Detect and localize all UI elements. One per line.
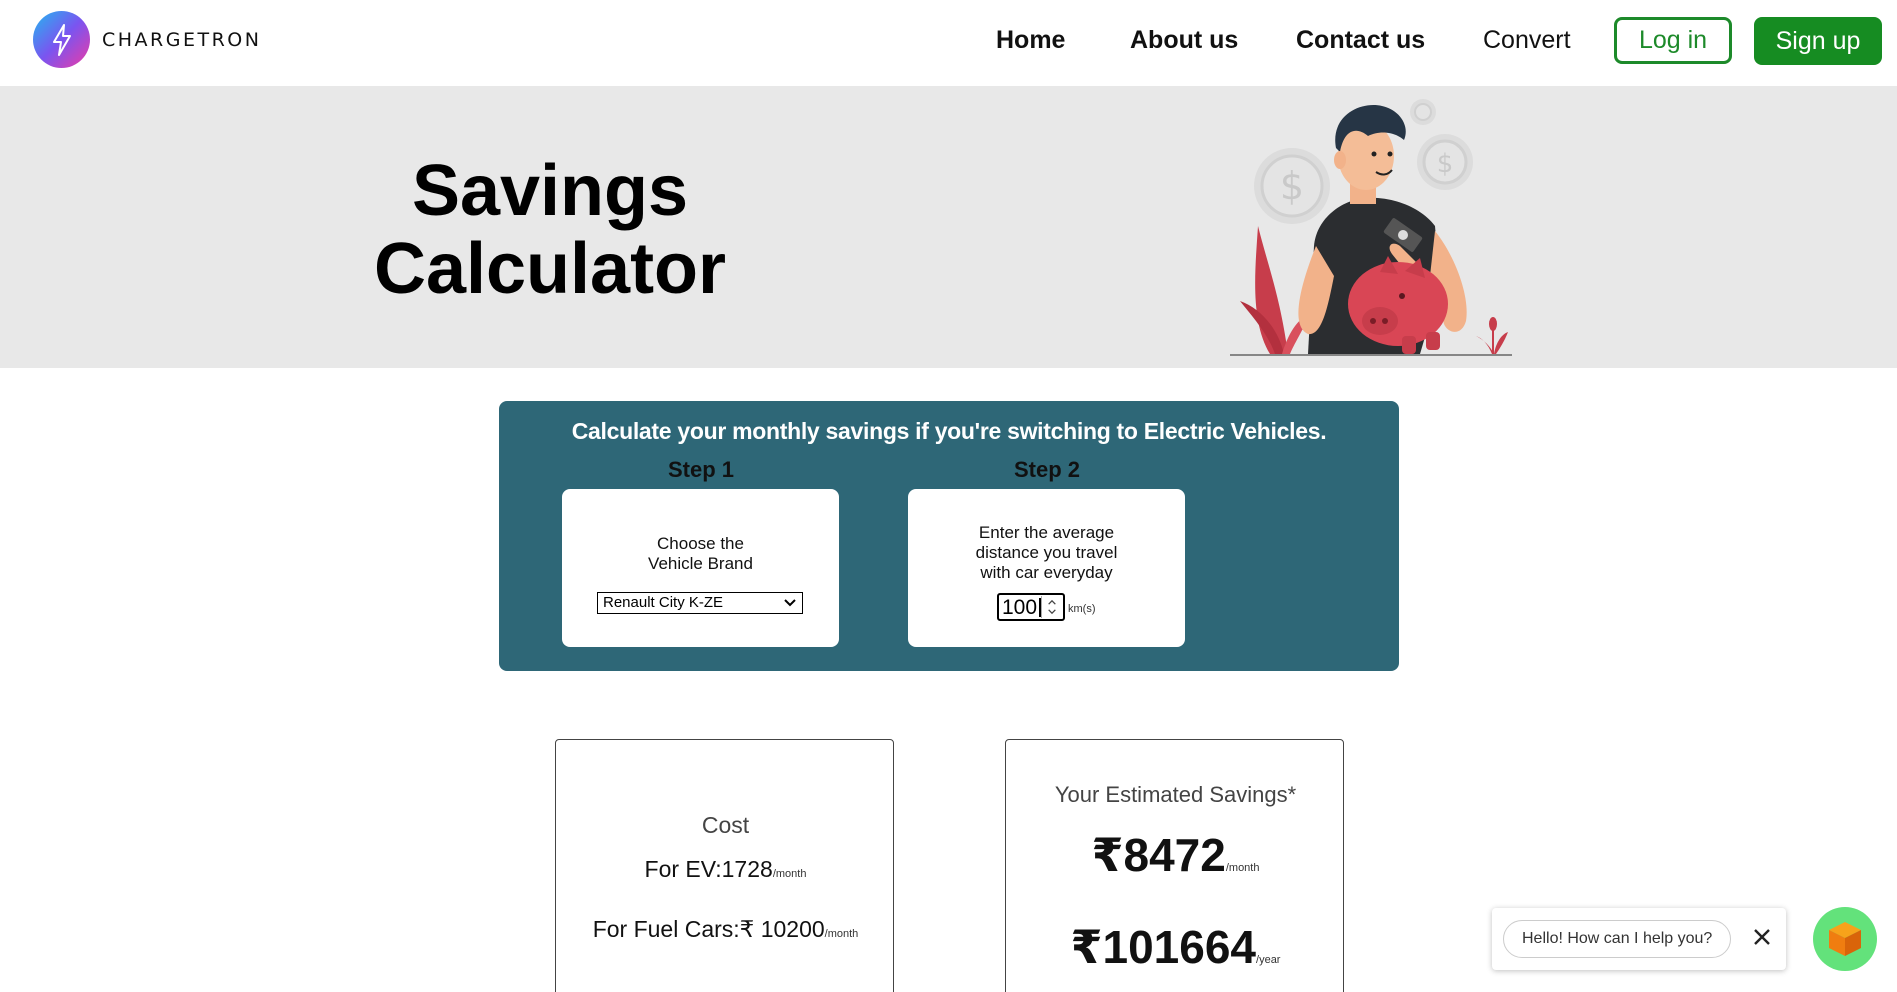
step2-card: Enter the average distance you travel wi… bbox=[908, 489, 1185, 647]
savings-title: Your Estimated Savings* bbox=[1054, 782, 1297, 807]
distance-value: 100 bbox=[1002, 596, 1038, 619]
spinner-arrows-icon[interactable] bbox=[1041, 596, 1062, 618]
fuel-cost-line: For Fuel Cars:₹ 10200/month bbox=[556, 916, 895, 943]
fuel-cost-label: For Fuel Cars: bbox=[592, 916, 740, 942]
vehicle-brand-select[interactable]: Renault City K-ZE bbox=[597, 592, 803, 614]
fuel-cost-unit: /month bbox=[824, 928, 859, 940]
man-piggy-bank-illustration: $ $ bbox=[1230, 99, 1512, 356]
step2-text-line1: Enter the average bbox=[978, 523, 1115, 542]
chat-greeting-popup: Hello! How can I help you? bbox=[1492, 908, 1786, 970]
monthly-savings-value: ₹8472 bbox=[1091, 829, 1226, 881]
cube-chat-icon bbox=[1829, 922, 1861, 956]
yearly-savings: ₹101664/year bbox=[1006, 920, 1345, 974]
step2-text-line2: distance you travel bbox=[975, 543, 1118, 562]
hero-banner: Savings Calculator $ $ bbox=[0, 86, 1897, 368]
chevron-down-icon bbox=[784, 599, 796, 607]
monthly-savings: ₹8472/month bbox=[1006, 828, 1345, 882]
step1-label: Step 1 bbox=[668, 457, 735, 482]
distance-unit: km(s) bbox=[1068, 603, 1096, 615]
fuel-cost-value: ₹ 10200 bbox=[739, 916, 825, 942]
page-title-line2: Calculator bbox=[373, 229, 727, 309]
ev-cost-value: 1728 bbox=[721, 856, 773, 882]
step2-label: Step 2 bbox=[1014, 457, 1081, 482]
page-title-line1: Savings bbox=[411, 151, 689, 231]
brand-name: CHARGETRON bbox=[102, 28, 262, 51]
ev-cost-label: For EV: bbox=[644, 856, 722, 882]
step1-text-line2: Vehicle Brand bbox=[648, 554, 753, 573]
chat-greeting-text[interactable]: Hello! How can I help you? bbox=[1503, 920, 1732, 958]
yearly-savings-value: ₹101664 bbox=[1070, 921, 1257, 973]
close-icon[interactable] bbox=[1750, 925, 1774, 949]
brand[interactable]: CHARGETRON bbox=[33, 11, 261, 68]
ev-cost-line: For EV:1728/month bbox=[556, 856, 895, 883]
nav-about-link[interactable]: About us bbox=[1130, 26, 1238, 55]
distance-number-input[interactable]: 100 bbox=[997, 593, 1065, 621]
step2-instructions: Enter the average distance you travel wi… bbox=[908, 523, 1185, 583]
ev-cost-unit: /month bbox=[772, 868, 807, 880]
cost-title: Cost bbox=[701, 812, 750, 838]
login-button[interactable]: Log in bbox=[1614, 17, 1732, 64]
monthly-savings-unit: /month bbox=[1225, 862, 1260, 874]
calculator-heading: Calculate your monthly savings if you're… bbox=[571, 418, 1327, 444]
step1-text-line1: Choose the bbox=[657, 534, 744, 553]
step1-instructions: Choose the Vehicle Brand bbox=[562, 534, 839, 574]
page-title: Savings Calculator bbox=[340, 152, 760, 308]
savings-calculator-panel: Calculate your monthly savings if you're… bbox=[499, 401, 1399, 671]
yearly-savings-unit: /year bbox=[1256, 954, 1281, 966]
chat-launcher-button[interactable] bbox=[1813, 907, 1877, 971]
signup-button[interactable]: Sign up bbox=[1754, 17, 1882, 65]
vehicle-brand-selected-value: Renault City K-ZE bbox=[603, 594, 724, 611]
step2-text-line3: with car everyday bbox=[980, 563, 1113, 582]
step1-card: Choose the Vehicle Brand Renault City K-… bbox=[562, 489, 839, 647]
nav-home-link[interactable]: Home bbox=[996, 26, 1065, 55]
top-navbar: CHARGETRON Home About us Contact us Conv… bbox=[0, 0, 1897, 86]
nav-convert-link[interactable]: Convert bbox=[1483, 26, 1571, 55]
cost-card: Cost For EV:1728/month For Fuel Cars:₹ 1… bbox=[555, 739, 894, 992]
lightning-logo-icon bbox=[33, 11, 90, 68]
svg-text:$: $ bbox=[1437, 149, 1454, 179]
svg-text:$: $ bbox=[1280, 164, 1304, 208]
nav-contact-link[interactable]: Contact us bbox=[1296, 26, 1425, 55]
savings-card: Your Estimated Savings* ₹8472/month ₹101… bbox=[1005, 739, 1344, 992]
